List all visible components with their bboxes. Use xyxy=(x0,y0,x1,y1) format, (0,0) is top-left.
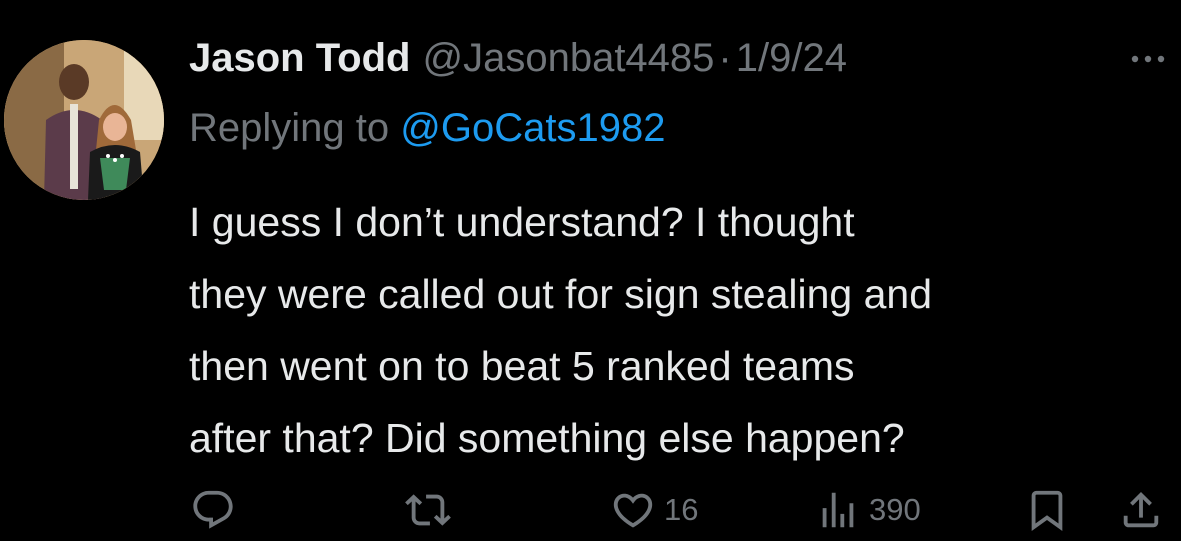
more-icon xyxy=(1131,55,1165,63)
replying-to: Replying to @GoCats1982 xyxy=(189,106,665,151)
reply-icon xyxy=(193,490,233,529)
tweet-date[interactable]: 1/9/24 xyxy=(736,36,847,81)
tweet: Jason Todd @Jasonbat4485 · 1/9/24 Replyi… xyxy=(0,0,1181,541)
analytics-icon xyxy=(822,492,854,528)
reply-to-handle[interactable]: @GoCats1982 xyxy=(400,106,665,150)
views-count: 390 xyxy=(869,492,921,527)
avatar[interactable] xyxy=(4,40,164,200)
tweet-text-line: after that? Did something else happen? xyxy=(189,415,905,461)
more-options-button[interactable] xyxy=(1128,44,1168,74)
views-button[interactable]: 390 xyxy=(815,480,921,540)
replying-to-label: Replying to xyxy=(189,106,390,150)
tweet-text-line: then went on to beat 5 ranked teams xyxy=(189,343,855,389)
profile-photo-icon xyxy=(4,40,164,200)
tweet-text-line: they were called out for sign stealing a… xyxy=(189,271,933,317)
share-button[interactable] xyxy=(1118,480,1164,540)
reply-button[interactable] xyxy=(190,480,236,540)
display-name[interactable]: Jason Todd xyxy=(189,36,410,81)
user-handle[interactable]: @Jasonbat4485 xyxy=(422,36,714,81)
share-icon xyxy=(1123,491,1159,528)
like-button[interactable]: 16 xyxy=(610,480,698,540)
separator-dot: · xyxy=(718,36,732,80)
bookmark-button[interactable] xyxy=(1024,480,1070,540)
retweet-icon xyxy=(405,494,451,526)
action-bar: 16 390 xyxy=(0,480,1181,540)
tweet-header: Jason Todd @Jasonbat4485 · 1/9/24 xyxy=(189,36,847,86)
tweet-text: I guess I don’t understand? I thought th… xyxy=(189,190,1174,478)
like-count: 16 xyxy=(664,492,699,527)
bookmark-icon xyxy=(1031,490,1063,531)
heart-icon xyxy=(613,493,653,528)
retweet-button[interactable] xyxy=(405,480,451,540)
tweet-text-line: I guess I don’t understand? I thought xyxy=(189,199,855,245)
